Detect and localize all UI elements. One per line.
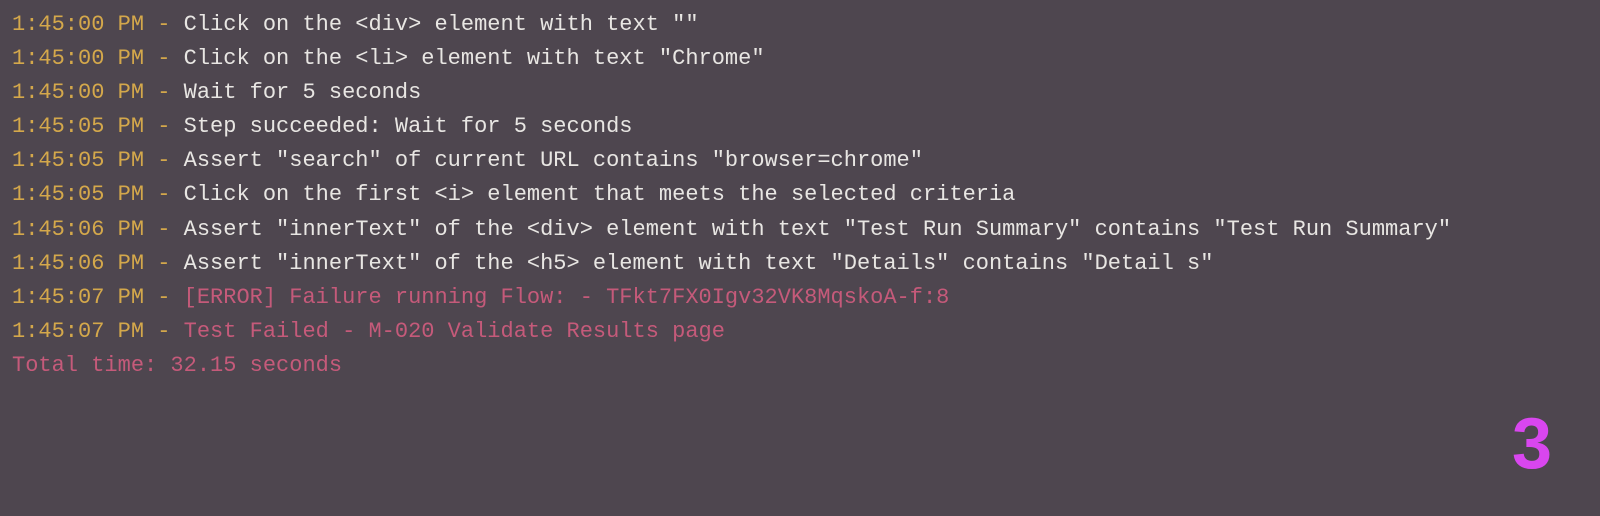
log-separator: - [144,80,184,105]
log-timestamp: 1:45:05 PM [12,182,144,207]
log-separator: - [144,285,184,310]
log-separator: - [144,12,184,37]
log-separator: - [144,319,184,344]
log-timestamp: 1:45:06 PM [12,217,144,242]
log-error-message: [ERROR] Failure running Flow: - TFkt7FX0… [184,285,950,310]
log-message: Assert "innerText" of the <div> element … [184,217,1451,242]
log-message: Click on the <div> element with text "" [184,12,699,37]
log-line: 1:45:06 PM - Assert "innerText" of the <… [12,247,1588,281]
log-separator: - [144,182,184,207]
log-container: 1:45:00 PM - Click on the <div> element … [12,8,1588,349]
log-line: 1:45:05 PM - Assert "search" of current … [12,144,1588,178]
log-separator: - [144,217,184,242]
log-line: 1:45:07 PM - Test Failed - M-020 Validat… [12,315,1588,349]
log-message: Click on the first <i> element that meet… [184,182,1016,207]
log-timestamp: 1:45:07 PM [12,285,144,310]
log-line: 1:45:00 PM - Click on the <li> element w… [12,42,1588,76]
log-message: Wait for 5 seconds [184,80,422,105]
log-message: Assert "search" of current URL contains … [184,148,923,173]
log-timestamp: 1:45:07 PM [12,319,144,344]
log-separator: - [144,251,184,276]
log-separator: - [144,46,184,71]
log-separator: - [144,114,184,139]
log-line: 1:45:07 PM - [ERROR] Failure running Flo… [12,281,1588,315]
log-timestamp: 1:45:05 PM [12,148,144,173]
log-line: 1:45:05 PM - Click on the first <i> elem… [12,178,1588,212]
log-line: 1:45:00 PM - Wait for 5 seconds [12,76,1588,110]
log-line: 1:45:05 PM - Step succeeded: Wait for 5 … [12,110,1588,144]
log-timestamp: 1:45:05 PM [12,114,144,139]
annotation-badge: 3 [1512,408,1552,480]
log-line: 1:45:00 PM - Click on the <div> element … [12,8,1588,42]
log-message: Click on the <li> element with text "Chr… [184,46,765,71]
log-timestamp: 1:45:00 PM [12,80,144,105]
log-timestamp: 1:45:00 PM [12,46,144,71]
log-error-message: Test Failed - M-020 Validate Results pag… [184,319,725,344]
log-message: Assert "innerText" of the <h5> element w… [184,251,1214,276]
log-line: 1:45:06 PM - Assert "innerText" of the <… [12,213,1588,247]
log-separator: - [144,148,184,173]
log-timestamp: 1:45:06 PM [12,251,144,276]
total-time-footer: Total time: 32.15 seconds [12,349,1588,383]
log-timestamp: 1:45:00 PM [12,12,144,37]
log-message: Step succeeded: Wait for 5 seconds [184,114,633,139]
